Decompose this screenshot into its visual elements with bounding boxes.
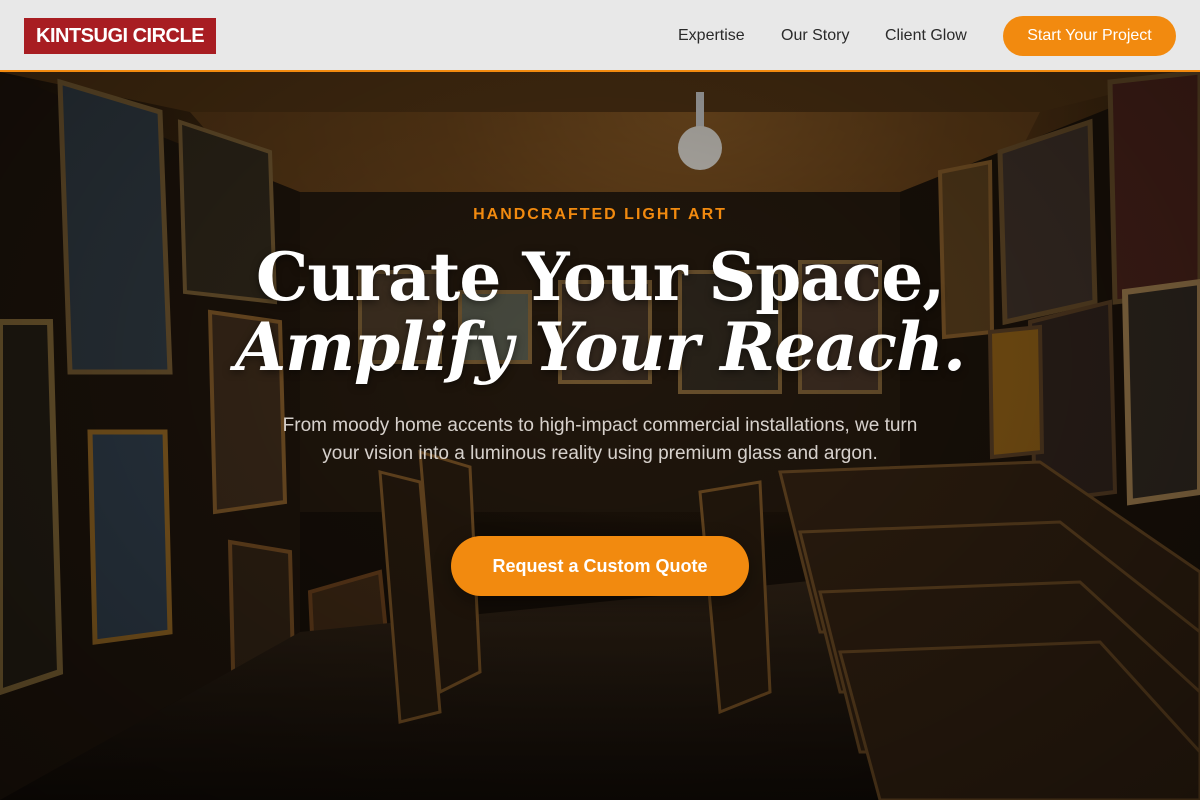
hero-headline-line2: Amplify Your Reach. (235, 308, 966, 386)
site-header: KINTSUGI CIRCLE Expertise Our Story Clie… (0, 0, 1200, 72)
hero-headline: Curate Your Space, Amplify Your Reach. (0, 242, 1200, 382)
nav-link-our-story[interactable]: Our Story (781, 26, 849, 46)
hero-headline-line1: Curate Your Space, (255, 238, 945, 316)
nav-link-client-glow[interactable]: Client Glow (885, 26, 967, 46)
nav-link-expertise[interactable]: Expertise (678, 26, 745, 46)
start-project-button[interactable]: Start Your Project (1003, 16, 1176, 56)
hero-section: HANDCRAFTED LIGHT ART Curate Your Space,… (0, 72, 1200, 800)
request-quote-button[interactable]: Request a Custom Quote (451, 536, 749, 596)
hero-eyebrow: HANDCRAFTED LIGHT ART (473, 206, 727, 223)
hero-subtext: From moody home accents to high-impact c… (282, 415, 918, 464)
